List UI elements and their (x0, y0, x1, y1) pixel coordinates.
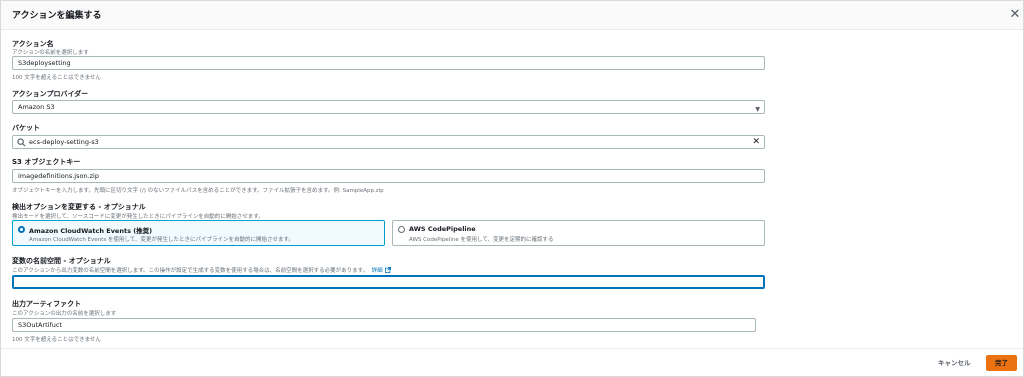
learn-more-link-label: 詳細 (371, 268, 383, 274)
learn-more-link[interactable]: 詳細 (370, 267, 391, 274)
output-artifact-description: このアクションの出力の名前を選択します (12, 311, 117, 317)
cancel-button[interactable]: キャンセル (933, 357, 976, 370)
radio-selected-icon[interactable] (18, 226, 25, 233)
search-icon (17, 138, 26, 147)
detection-option-codepipeline[interactable]: AWS CodePipeline AWS CodePipeline を使用して、… (392, 220, 765, 246)
variable-namespace-description: このアクションから出力変数の名前空間を選択します。この操作が設定で生成する変数を… (12, 266, 391, 274)
detection-option-title: Amazon CloudWatch Events (推奨) (29, 227, 153, 235)
variable-namespace-label: 変数の名前空間 - オプショナル (12, 257, 111, 265)
dialog-title: アクションを編集する (12, 11, 102, 21)
s3-object-key-label: S3 オブジェクトキー (12, 158, 81, 166)
external-link-icon (384, 267, 391, 273)
detection-option-description: AWS CodePipeline を使用して、変更を定期的に確認する (409, 237, 554, 243)
action-provider-value: Amazon S3 (18, 103, 55, 111)
clear-icon[interactable]: ✕ (752, 137, 760, 148)
edit-action-dialog: アクションを編集する ✕ アクション名 アクションの名前を選択します S3dep… (0, 0, 1024, 377)
detection-option-cloudwatch[interactable]: Amazon CloudWatch Events (推奨) Amazon Clo… (12, 220, 385, 246)
close-icon[interactable]: ✕ (1008, 8, 1022, 22)
dialog-footer: キャンセル 完了 (1, 348, 1023, 376)
output-artifact-input[interactable]: S3OutArtifuct (12, 318, 756, 332)
radio-unselected-icon[interactable] (398, 226, 405, 233)
bucket-search-input[interactable]: ecs-deploy-setting-s3 ✕ (12, 135, 765, 149)
variable-namespace-input[interactable] (12, 275, 765, 289)
action-name-constraint: 100 文字を超えることはできません (12, 75, 101, 81)
s3-object-key-input[interactable]: imagedefinitions.json.zip (12, 169, 765, 183)
output-artifact-label: 出力アーティファクト (12, 300, 82, 308)
action-name-input[interactable]: S3deploysetting (12, 56, 765, 70)
action-provider-label: アクションプロバイダー (12, 90, 89, 98)
action-name-description: アクションの名前を選択します (12, 50, 89, 56)
detection-options-label: 検出オプションを変更する - オプショナル (12, 203, 146, 211)
bucket-label: バケット (12, 124, 40, 132)
detection-options-description: 検出モードを選択して、ソースコードに変更が発生したときにパイプラインを自動的に開… (12, 214, 264, 220)
s3-object-key-hint: オブジェクトキーを入力します。先頭に区切り文字 (/) のないファイルパスを含め… (12, 188, 384, 194)
bucket-value: ecs-deploy-setting-s3 (29, 138, 99, 146)
caret-down-icon: ▼ (755, 106, 760, 113)
output-artifact-constraint: 100 文字を超えることはできません (12, 337, 101, 343)
action-provider-select[interactable]: Amazon S3 ▼ (12, 100, 765, 114)
done-button[interactable]: 完了 (986, 355, 1017, 371)
dialog-header: アクションを編集する ✕ (1, 1, 1023, 30)
variable-namespace-description-text: このアクションから出力変数の名前空間を選択します。この操作が設定で生成する変数を… (12, 268, 369, 274)
detection-option-title: AWS CodePipeline (409, 225, 476, 233)
detection-option-description: Amazon CloudWatch Events を使用して、変更が発生したとき… (29, 237, 294, 243)
